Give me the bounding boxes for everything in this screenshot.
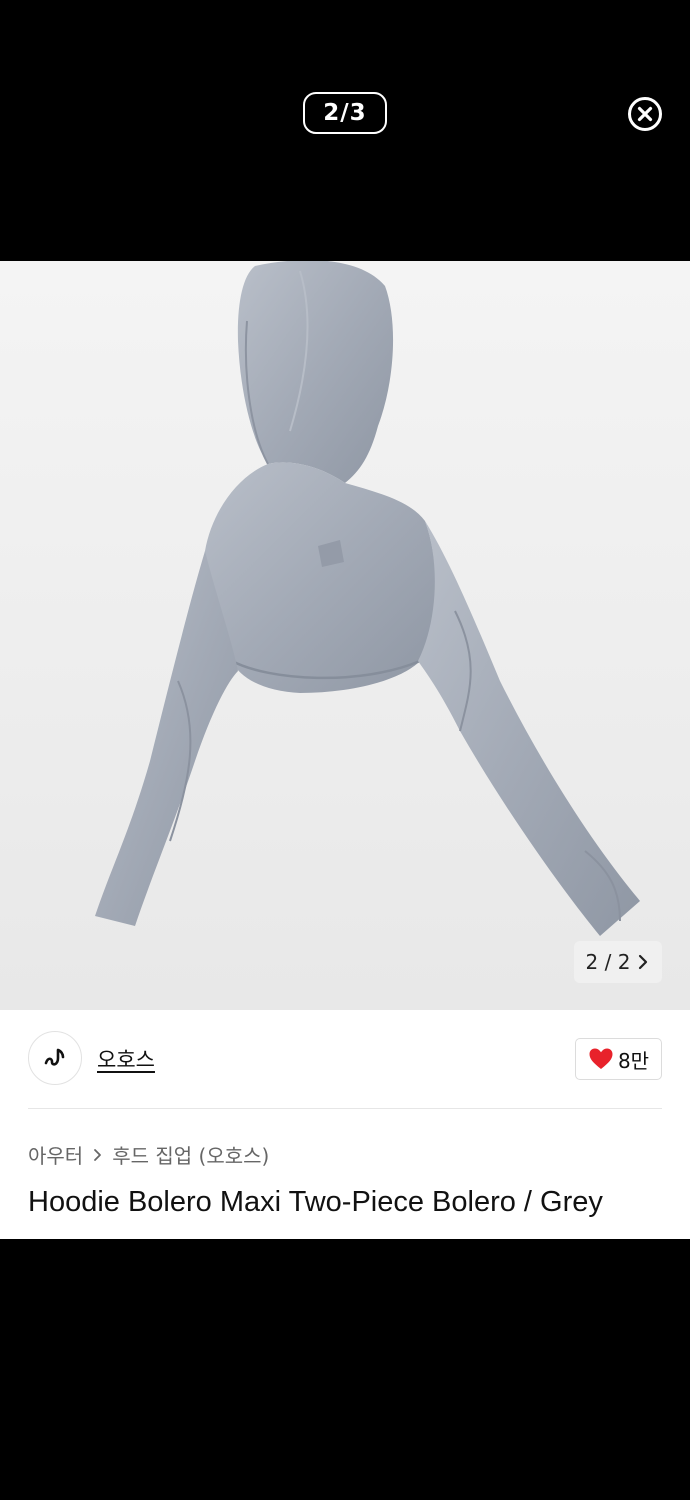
heart-icon xyxy=(589,1048,613,1069)
product-image[interactable]: 2 / 2 xyxy=(0,261,690,1010)
brand-logo-icon xyxy=(44,1048,65,1066)
brand-logo[interactable] xyxy=(28,1031,82,1085)
image-counter-next[interactable]: 2 / 2 xyxy=(574,941,662,983)
viewer-top-bar: 2/3 xyxy=(0,0,690,261)
close-button[interactable] xyxy=(626,95,664,133)
product-info-panel: 오호스 8만 아우터 후드 집업 (오호스) Hoodie Bolero Max… xyxy=(0,1010,690,1239)
like-count: 8만 xyxy=(617,1048,650,1073)
brand-name-link[interactable]: 오호스 xyxy=(97,1044,155,1074)
chevron-right-icon xyxy=(94,1148,102,1161)
image-counter-label: 2 / 2 xyxy=(585,950,631,974)
close-circle-icon xyxy=(628,97,662,131)
divider xyxy=(28,1108,662,1109)
viewer-bottom-bar xyxy=(0,1239,690,1500)
breadcrumb: 아우터 후드 집업 (오호스) xyxy=(28,1140,269,1169)
product-title: Hoodie Bolero Maxi Two-Piece Bolero / Gr… xyxy=(28,1186,603,1218)
chevron-right-icon xyxy=(639,954,648,970)
hoodie-bolero-image xyxy=(95,261,640,936)
breadcrumb-subcategory[interactable]: 후드 집업 (오호스) xyxy=(112,1140,269,1169)
breadcrumb-category[interactable]: 아우터 xyxy=(28,1140,83,1169)
like-button[interactable]: 8만 xyxy=(575,1038,662,1080)
viewer-page-counter: 2/3 xyxy=(303,92,387,134)
